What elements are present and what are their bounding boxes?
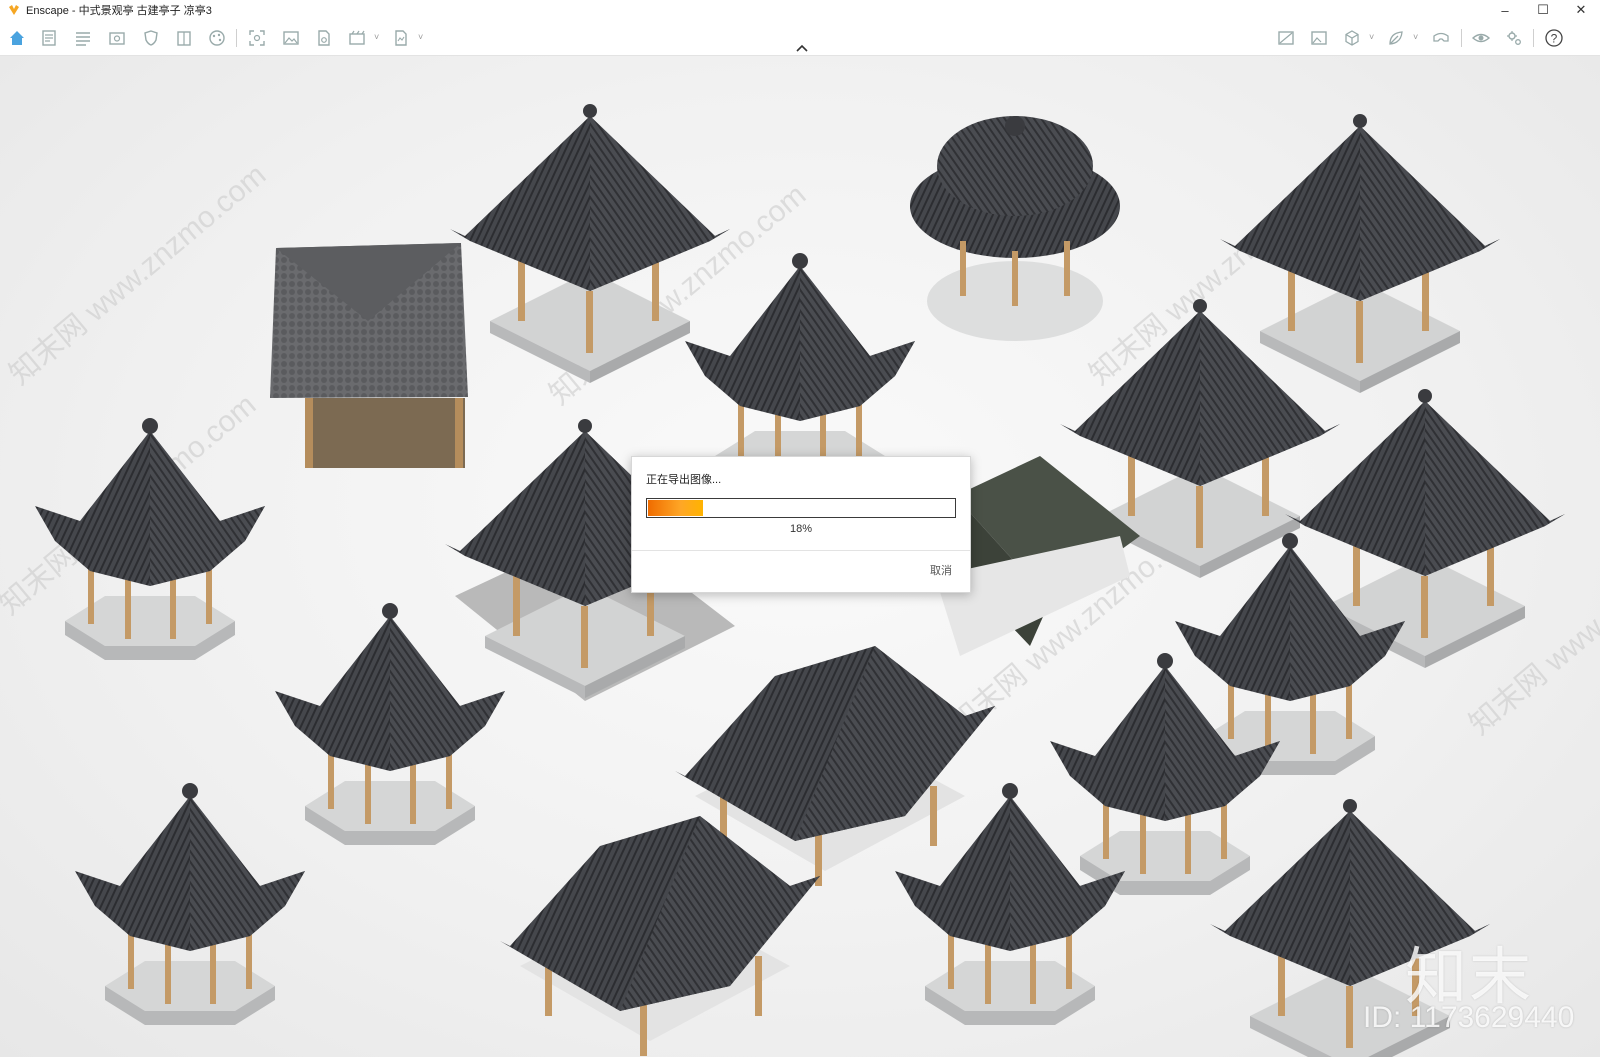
pavilion-hex-tall-left — [275, 603, 505, 845]
pavilion-hex-left — [35, 418, 265, 660]
close-button[interactable]: ✕ — [1562, 0, 1600, 20]
eye-icon[interactable] — [1470, 27, 1492, 49]
palette-icon[interactable] — [206, 27, 228, 49]
title-bar: Enscape - 中式景观亭 古建亭子 凉亭3 – ☐ ✕ — [0, 0, 1600, 20]
dialog-title: 正在导出图像... — [646, 474, 722, 486]
pavilion-hex-bottom-center — [895, 783, 1125, 1025]
leaf-icon[interactable] — [1385, 27, 1407, 49]
toolbar-separator — [1533, 29, 1534, 47]
shield-icon[interactable] — [140, 27, 162, 49]
help-icon[interactable]: ? — [1543, 27, 1565, 49]
export-progress-dialog: 正在导出图像... 18% 取消 — [631, 456, 971, 593]
export-file-icon[interactable] — [313, 27, 335, 49]
batch-render-icon[interactable] — [346, 27, 368, 49]
pavilion-flat-roof — [270, 243, 468, 468]
minimize-button[interactable]: – — [1486, 0, 1524, 20]
chevron-down-icon[interactable]: ˅ — [418, 32, 426, 42]
progress-percent: 18% — [789, 523, 813, 535]
window-controls: – ☐ ✕ — [1486, 0, 1600, 20]
no-render-icon[interactable] — [1275, 27, 1297, 49]
chevron-down-icon[interactable]: ˅ — [374, 32, 382, 42]
panorama-icon[interactable] — [390, 27, 412, 49]
cancel-button[interactable]: 取消 — [930, 562, 952, 578]
maximize-button[interactable]: ☐ — [1524, 0, 1562, 20]
pavilion-top-right — [1220, 114, 1500, 393]
pavilion-gable-bottom — [500, 816, 820, 1056]
settings-icon[interactable] — [1503, 27, 1525, 49]
screenshot-icon[interactable] — [246, 27, 268, 49]
progress-bar — [646, 498, 956, 518]
pavilion-hex-bottom-left — [75, 783, 305, 1025]
cube-icon[interactable] — [1341, 27, 1363, 49]
svg-text:知末网 www.znzmo.com: 知末网 www.znzmo.com — [3, 158, 272, 391]
vr-icon[interactable] — [1430, 27, 1452, 49]
pavilion-round-double-eave — [910, 116, 1120, 341]
view-icon[interactable] — [106, 27, 128, 49]
collapse-toolbar-chevron-icon[interactable] — [794, 42, 810, 54]
chevron-down-icon[interactable]: ˅ — [1369, 32, 1377, 42]
pavilion-square-stone-base — [450, 104, 730, 383]
batch-icon[interactable] — [38, 27, 60, 49]
gallery-icon[interactable] — [1308, 27, 1330, 49]
book-icon[interactable] — [173, 27, 195, 49]
svg-text:?: ? — [1551, 32, 1558, 46]
home-icon[interactable] — [6, 27, 28, 49]
image-icon[interactable] — [280, 27, 302, 49]
enscape-logo-icon — [9, 5, 19, 15]
progress-bar-fill — [648, 500, 703, 516]
toolbar-separator — [236, 29, 237, 47]
chevron-down-icon[interactable]: ˅ — [1413, 32, 1421, 42]
toolbar-separator — [1461, 29, 1462, 47]
list-icon[interactable] — [72, 27, 94, 49]
watermark-id: ID: 1173629440 — [1363, 1001, 1575, 1034]
window-title: Enscape - 中式景观亭 古建亭子 凉亭3 — [26, 5, 212, 17]
dialog-divider — [632, 550, 970, 551]
